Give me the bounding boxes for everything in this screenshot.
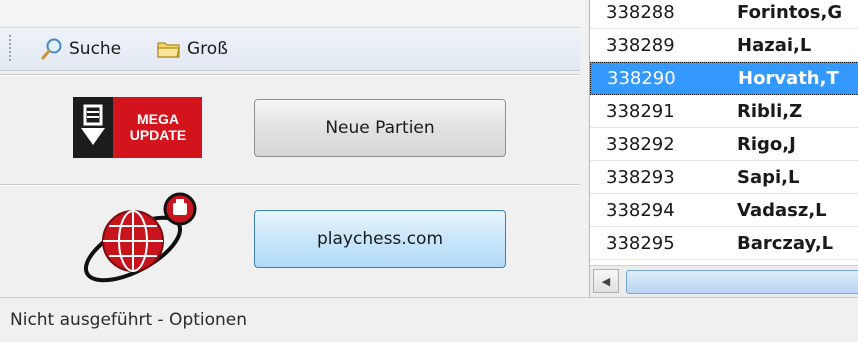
player-name: Rigo,J bbox=[737, 133, 796, 155]
scroll-left-arrow-icon[interactable]: ◀ bbox=[593, 269, 619, 293]
mega-update-line2: UPDATE bbox=[130, 127, 187, 143]
list-item[interactable]: 338288 Forintos,G bbox=[590, 0, 858, 29]
list-item[interactable]: 338294 Vadasz,L bbox=[590, 194, 858, 227]
player-id: 338294 bbox=[606, 199, 675, 221]
search-button[interactable]: Suche bbox=[40, 37, 121, 61]
playchess-button[interactable]: playchess.com bbox=[254, 210, 506, 268]
list-item[interactable]: 338290 Horvath,T bbox=[590, 62, 858, 95]
search-label: Suche bbox=[69, 39, 122, 59]
toolbar: Suche Groß bbox=[0, 27, 580, 71]
player-name: Ribli,Z bbox=[737, 100, 803, 122]
player-id: 338290 bbox=[607, 68, 676, 89]
toolbar-grip[interactable] bbox=[9, 35, 11, 63]
new-games-label: Neue Partien bbox=[325, 118, 435, 138]
player-name: Hazai,L bbox=[737, 34, 812, 56]
status-text[interactable]: Nicht ausgeführt - Optionen bbox=[10, 310, 247, 330]
player-name: Barczay,L bbox=[737, 232, 834, 254]
mega-update-line1: MEGA bbox=[137, 111, 179, 127]
divider bbox=[0, 74, 580, 76]
player-name: Sapi,L bbox=[737, 166, 800, 188]
player-name: Vadasz,L bbox=[737, 199, 827, 221]
player-id: 338292 bbox=[606, 133, 675, 155]
player-id: 338288 bbox=[606, 1, 675, 23]
player-name: Forintos,G bbox=[737, 1, 843, 23]
list-item[interactable]: 338292 Rigo,J bbox=[590, 128, 858, 161]
folder-icon bbox=[157, 42, 180, 58]
playchess-label: playchess.com bbox=[317, 229, 443, 249]
large-button[interactable]: Groß bbox=[156, 37, 228, 61]
player-id: 338289 bbox=[606, 34, 675, 56]
scrollbar-thumb[interactable] bbox=[626, 270, 858, 294]
large-label: Groß bbox=[187, 39, 228, 59]
player-list[interactable]: 338288 Forintos,G 338289 Hazai,L 338290 Horva… bbox=[589, 0, 858, 297]
list-item[interactable]: 338293 Sapi,L bbox=[590, 161, 858, 194]
player-name: Horvath,T bbox=[738, 68, 839, 89]
horizontal-scrollbar[interactable]: ◀ bbox=[590, 265, 858, 297]
player-id: 338295 bbox=[606, 232, 675, 254]
left-panel: Suche Groß MEGA UPDATE Neue Partien play… bbox=[0, 0, 585, 297]
divider bbox=[0, 184, 580, 186]
list-item[interactable]: 338291 Ribli,Z bbox=[590, 95, 858, 128]
player-id: 338293 bbox=[606, 166, 675, 188]
search-icon bbox=[41, 38, 62, 60]
top-strip bbox=[0, 0, 585, 26]
player-id: 338291 bbox=[606, 100, 675, 122]
list-item[interactable]: 338289 Hazai,L bbox=[590, 29, 858, 62]
new-games-button[interactable]: Neue Partien bbox=[254, 99, 506, 157]
mega-update-logo[interactable]: MEGA UPDATE bbox=[73, 97, 202, 158]
playchess-globe-icon[interactable] bbox=[78, 191, 206, 283]
status-bar: Nicht ausgeführt - Optionen bbox=[0, 297, 858, 342]
list-item[interactable]: 338295 Barczay,L bbox=[590, 227, 858, 260]
